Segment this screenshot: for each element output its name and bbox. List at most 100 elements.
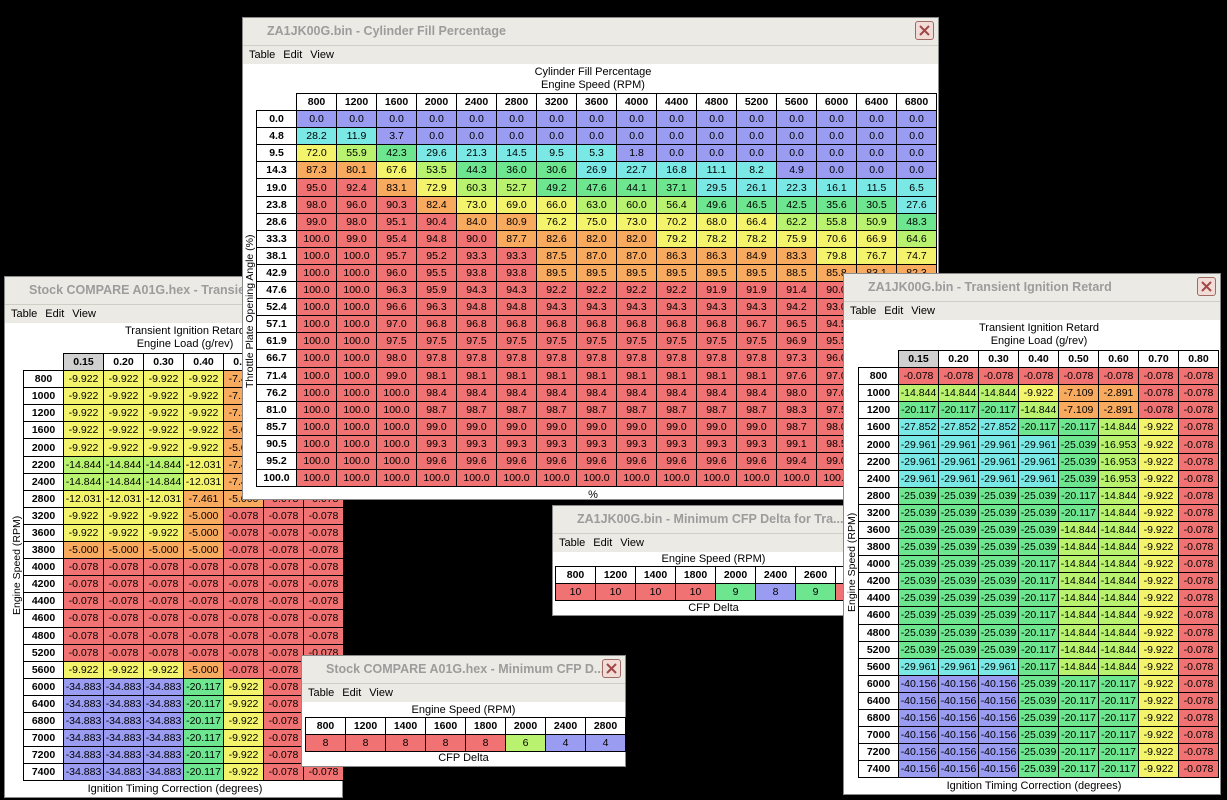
value-cell[interactable]: -0.078 xyxy=(263,729,304,748)
value-cell[interactable]: 97.3 xyxy=(776,349,817,368)
value-cell[interactable]: 52.7 xyxy=(496,178,537,197)
value-cell[interactable]: -0.078 xyxy=(978,367,1019,386)
value-cell[interactable]: 99.6 xyxy=(576,451,617,471)
menu-table[interactable]: Table xyxy=(308,687,334,699)
value-cell[interactable]: -40.156 xyxy=(938,743,979,762)
value-cell[interactable]: -40.156 xyxy=(978,708,1019,728)
value-cell[interactable]: -0.078 xyxy=(1178,520,1219,540)
value-cell[interactable]: -14.844 xyxy=(978,384,1019,403)
column-header-cell[interactable]: 3600 xyxy=(576,92,617,112)
column-header-cell[interactable]: 2600 xyxy=(795,566,836,584)
value-cell[interactable]: 84.9 xyxy=(736,246,777,265)
value-cell[interactable]: -34.883 xyxy=(63,746,104,765)
value-cell[interactable]: -40.156 xyxy=(978,726,1019,745)
value-cell[interactable]: 94.3 xyxy=(616,298,657,317)
value-cell[interactable]: 0.0 xyxy=(736,144,777,163)
value-cell[interactable]: 82.6 xyxy=(536,229,577,248)
menu-view[interactable]: View xyxy=(72,308,96,320)
row-header-cell[interactable]: 9.5 xyxy=(256,144,297,163)
row-header-cell[interactable]: 71.4 xyxy=(256,366,297,385)
row-header-cell[interactable]: 3800 xyxy=(858,538,899,557)
value-cell[interactable]: 99.6 xyxy=(736,451,777,471)
value-cell[interactable]: -29.961 xyxy=(898,469,939,488)
value-cell[interactable]: -25.039 xyxy=(978,538,1019,557)
value-cell[interactable]: 0.0 xyxy=(656,110,697,129)
value-cell[interactable]: -0.078 xyxy=(103,643,144,662)
value-cell[interactable]: -25.039 xyxy=(978,572,1019,591)
value-cell[interactable]: 49.6 xyxy=(696,195,737,214)
value-cell[interactable]: 100.0 xyxy=(376,417,417,436)
value-cell[interactable]: -9.922 xyxy=(63,421,104,440)
title-bar[interactable]: Stock COMPARE A01G.hex - Minimum CFP D..… xyxy=(302,656,625,684)
value-cell[interactable]: -9.922 xyxy=(103,370,144,389)
value-cell[interactable]: 100.0 xyxy=(336,451,377,471)
value-cell[interactable]: 100.0 xyxy=(296,315,337,334)
value-cell[interactable]: -14.844 xyxy=(1058,657,1099,676)
value-cell[interactable]: -9.922 xyxy=(143,421,184,440)
value-cell[interactable]: 94.2 xyxy=(776,298,817,317)
value-cell[interactable]: 99.6 xyxy=(656,451,697,471)
value-cell[interactable]: 70.6 xyxy=(816,229,857,248)
value-cell[interactable]: -27.852 xyxy=(938,418,979,437)
value-cell[interactable]: -16.953 xyxy=(1098,452,1139,471)
value-cell[interactable]: 100.0 xyxy=(376,451,417,471)
value-cell[interactable]: 4 xyxy=(545,734,586,752)
value-cell[interactable]: 0.0 xyxy=(856,144,897,163)
value-cell[interactable]: -0.078 xyxy=(63,643,104,662)
value-cell[interactable]: 92.2 xyxy=(656,281,697,300)
value-cell[interactable]: -0.078 xyxy=(1178,555,1219,574)
value-cell[interactable]: 0.0 xyxy=(496,110,537,129)
menu-view[interactable]: View xyxy=(620,537,644,549)
value-cell[interactable]: -25.039 xyxy=(898,520,939,540)
value-cell[interactable]: -0.078 xyxy=(263,763,304,782)
value-cell[interactable]: -0.078 xyxy=(263,558,304,577)
column-header-cell[interactable]: 0.15 xyxy=(898,349,939,369)
column-header-cell[interactable]: 0.30 xyxy=(143,352,184,372)
value-cell[interactable]: -9.922 xyxy=(1138,743,1179,762)
value-cell[interactable]: 0.0 xyxy=(736,127,777,146)
value-cell[interactable]: 100.0 xyxy=(296,281,337,300)
value-cell[interactable]: 0.0 xyxy=(616,110,657,129)
value-cell[interactable]: 100.0 xyxy=(376,400,417,419)
value-cell[interactable]: -9.922 xyxy=(103,506,144,525)
value-cell[interactable]: 95.2 xyxy=(416,246,457,265)
value-cell[interactable]: -20.117 xyxy=(1018,555,1059,574)
value-cell[interactable]: 100.0 xyxy=(336,349,377,368)
column-header-cell[interactable]: 0.20 xyxy=(938,349,979,369)
value-cell[interactable]: -25.039 xyxy=(978,555,1019,574)
value-cell[interactable]: -25.039 xyxy=(898,486,939,505)
value-cell[interactable]: 99.0 xyxy=(696,417,737,436)
value-cell[interactable]: -0.078 xyxy=(1178,726,1219,745)
value-cell[interactable]: 82.0 xyxy=(616,229,657,248)
value-cell[interactable]: -25.039 xyxy=(1018,674,1059,693)
value-cell[interactable]: -40.156 xyxy=(898,743,939,762)
value-cell[interactable]: 99.0 xyxy=(736,417,777,436)
value-cell[interactable]: 98.4 xyxy=(736,383,777,402)
value-cell[interactable]: -0.078 xyxy=(1178,572,1219,591)
value-cell[interactable]: 99.0 xyxy=(576,417,617,436)
value-cell[interactable]: 60.3 xyxy=(456,178,497,197)
column-header-cell[interactable]: 1200 xyxy=(595,566,636,584)
value-cell[interactable]: -40.156 xyxy=(898,674,939,693)
value-cell[interactable]: -40.156 xyxy=(898,708,939,728)
value-cell[interactable]: -34.883 xyxy=(143,763,184,782)
value-cell[interactable]: 94.3 xyxy=(736,298,777,317)
value-cell[interactable]: 100.0 xyxy=(376,434,417,453)
value-cell[interactable]: -9.922 xyxy=(1138,623,1179,642)
value-cell[interactable]: -14.844 xyxy=(1098,640,1139,659)
row-header-cell[interactable]: 7000 xyxy=(23,729,64,748)
column-header-cell[interactable]: 2800 xyxy=(585,717,626,735)
value-cell[interactable]: 78.2 xyxy=(696,229,737,248)
value-cell[interactable]: 98.1 xyxy=(576,366,617,385)
value-cell[interactable]: -0.078 xyxy=(1178,538,1219,557)
value-cell[interactable]: -0.078 xyxy=(143,558,184,577)
column-header-cell[interactable]: 0.20 xyxy=(103,352,144,372)
value-cell[interactable]: 10 xyxy=(635,583,676,601)
value-cell[interactable]: -0.078 xyxy=(223,575,264,594)
value-cell[interactable]: 97.5 xyxy=(456,332,497,351)
value-cell[interactable]: -0.078 xyxy=(183,592,224,611)
value-cell[interactable]: 1.8 xyxy=(616,144,657,163)
row-header-cell[interactable]: 4200 xyxy=(23,575,64,594)
value-cell[interactable]: -0.078 xyxy=(1178,589,1219,608)
close-button[interactable] xyxy=(602,659,621,678)
